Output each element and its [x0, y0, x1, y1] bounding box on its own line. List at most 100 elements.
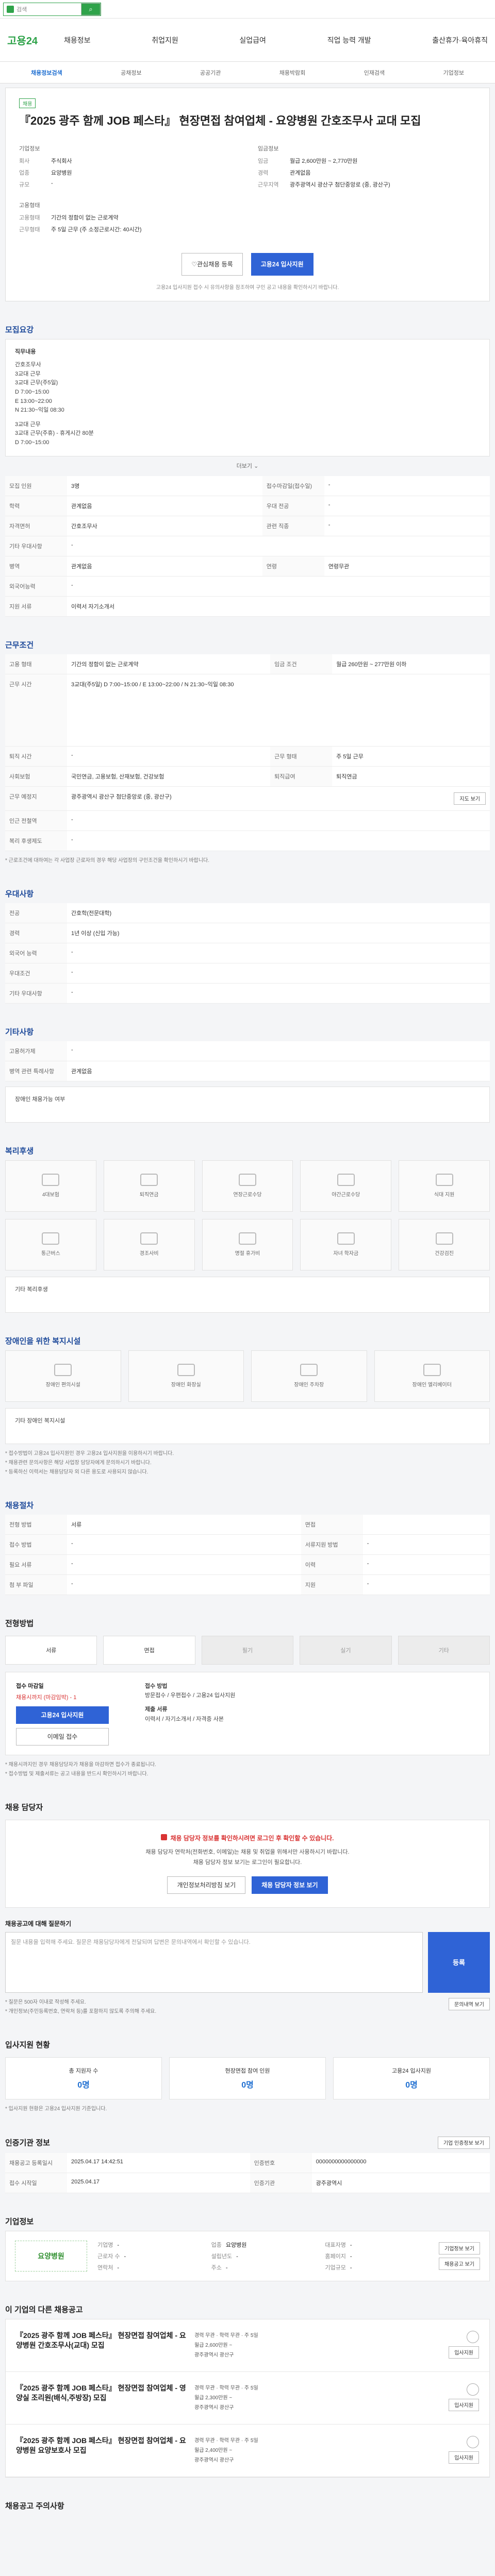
section-title-contact: 채용 담당자 [5, 1803, 43, 1812]
privacy-policy-button[interactable]: 개인정보처리방침 보기 [167, 1876, 246, 1894]
holiday-icon [238, 1232, 256, 1245]
qa-history-button[interactable]: 문의내역 보기 [449, 1997, 490, 2010]
more-button[interactable]: 더보기 ⌄ [5, 456, 490, 470]
welfare-item: 통근버스 [5, 1218, 96, 1270]
facility-item: 장애인 주차장 [251, 1350, 367, 1402]
table-row: 근무 예정지 광주광역시 광산구 첨단중앙로 (중, 광산구) 지도 보기 [5, 786, 490, 811]
search-input[interactable]: 검색 [16, 5, 81, 13]
table-row: 첨 부 파일 - 지원 - [5, 1574, 490, 1595]
preference-table: 전공 간호학(전문대학) 경력 1년 이상 (신입 가능) 외국어 능력 - 우대조건… [5, 903, 490, 1004]
section-title-stats: 입사지원 현황 [5, 2040, 50, 2049]
gift-icon [140, 1232, 158, 1245]
other-apply-button[interactable]: 입사지원 [449, 2346, 479, 2359]
table-row: 지원 서류 이력서 자기소개서 [5, 596, 490, 617]
snb-item-public[interactable]: 공채정보 [121, 69, 141, 77]
wage-section-label: 임금정보 [258, 145, 279, 152]
table-row: 퇴직 시간 - 근무 형태 주 5일 근무 [5, 746, 490, 767]
night-icon [337, 1174, 355, 1187]
apply-button-2[interactable]: 고용24 입사지원 [16, 1706, 109, 1724]
gnb-item-support[interactable]: 취업지원 [152, 35, 178, 45]
apply-notes: * 채용시까지인 경우 채용담당자가 채용을 마감하면 접수가 종료됩니다. *… [5, 1761, 156, 1777]
table-row: 외국어능력 - [5, 576, 490, 597]
bus-icon [42, 1232, 60, 1245]
table-row: 채용공고 등록일시 2025.04.17 14:42:51 인증번호 00000000… [5, 2153, 490, 2173]
job-header: 채용 『2025 광주 함께 JOB 페스타』 현장면접 참여업체 - 요양병원… [5, 88, 490, 301]
table-row: 병역 관계없음 연령 연령무관 [5, 556, 490, 577]
welfare-item: 퇴직연금 [103, 1160, 195, 1212]
job-description-box: 직무내용 간호조무사 3교대 근무 3교대 근무(주5일) D 7:00~15:… [5, 338, 490, 456]
company-info-button[interactable]: 기업정보 보기 [439, 2242, 480, 2255]
question-submit-button[interactable]: 등록 [428, 1931, 490, 1993]
site-logo[interactable]: 고용24 [7, 32, 64, 47]
section-title-footer: 채용공고 주의사항 [5, 2501, 64, 2511]
tab-written[interactable]: 필기 [201, 1635, 294, 1665]
map-button[interactable]: 지도 보기 [454, 792, 486, 805]
view-contact-button[interactable]: 채용 담당자 정보 보기 [252, 1876, 328, 1894]
stats-grid: 총 지원자 수 0명 현장면접 참여 인원 0명 고용24 입사지원 0명 [5, 2057, 490, 2099]
tab-document[interactable]: 서류 [5, 1635, 97, 1665]
question-textarea[interactable]: 질문 내용을 입력해 주세요. 질문은 채용담당자에게 전달되며 답변은 문의내… [5, 1931, 423, 1993]
snb-item-talent[interactable]: 인재검색 [364, 69, 385, 77]
tab-etc[interactable]: 기타 [398, 1635, 490, 1665]
search-icon[interactable]: ⌕ [81, 3, 101, 15]
snb-item-fair[interactable]: 채용박람회 [279, 69, 306, 77]
company-logo: 요양병원 [15, 2240, 87, 2272]
table-row: 접수 방법 - 서류지원 방법 - [5, 1534, 490, 1555]
table-row: 근무 시간 3교대(주5일) D 7:00~15:00 / E 13:00~22:… [5, 674, 490, 747]
etc-table: 고용허가제 - 병역 관련 특례사항 관계없음 [5, 1041, 490, 1081]
facility-item: 장애인 화장실 [128, 1350, 244, 1402]
other-jobs-list: 『2025 광주 함께 JOB 페스타』 현장면접 참여업체 - 요양병원 간호… [5, 2318, 490, 2478]
email-apply-button[interactable]: 이메일 접수 [16, 1727, 109, 1745]
company-jobs-button[interactable]: 채용공고 보기 [439, 2257, 480, 2270]
welfare-item: 연장근로수당 [202, 1160, 293, 1212]
gnb-item-leave[interactable]: 출산휴가·육아휴직 [432, 35, 488, 45]
other-apply-button[interactable]: 입사지원 [449, 2398, 479, 2411]
section-title-apply: 전형방법 [5, 1619, 34, 1628]
cond-section-label: 고용형태 [19, 202, 40, 209]
health-icon [435, 1232, 453, 1245]
recruit-table: 모집 인원 3명 접수마감일(접수일) - 학력 관계없음 우대 전공 - 자격면허 간호조무… [5, 476, 490, 617]
snb-item-search[interactable]: 채용정보검색 [31, 69, 62, 77]
save-job-button[interactable]: ♡ 관심채용 등록 [182, 252, 243, 276]
facility-item: 장애인 편의시설 [5, 1350, 121, 1402]
table-row: 복리 후생제도 - [5, 831, 490, 851]
table-row: 접수 시작일 2025.04.17 인증기관 광주광역시 [5, 2173, 490, 2193]
qa-title: 채용공고에 대해 질문하기 [5, 1920, 72, 1927]
deadline-text: 채용시까지 (마감임박) - 1 [16, 1694, 77, 1701]
work-table: 전형 방법 서류 면접 접수 방법 - 서류지원 방법 - 필요 서류 - 이력 - 첨 부 파… [5, 1514, 490, 1595]
snb-item-company[interactable]: 기업정보 [443, 69, 464, 77]
table-row: 기타 우대사항 - [5, 536, 490, 556]
apply-method-tabs: 서류 면접 필기 실기 기타 [5, 1635, 490, 1665]
search-bar[interactable]: 검색 ⌕ [3, 2, 101, 16]
tab-practical[interactable]: 실기 [300, 1635, 392, 1665]
bookmark-icon[interactable] [467, 2330, 479, 2343]
table-row: 필요 서류 - 이력 - [5, 1554, 490, 1575]
other-apply-button[interactable]: 입사지원 [449, 2451, 479, 2464]
section-title-others: 이 기업의 다른 채용공고 [5, 2305, 83, 2314]
list-item[interactable]: 『2025 광주 함께 JOB 페스타』 현장면접 참여업체 - 영양실 조리원… [6, 2371, 489, 2425]
contact-box: 채용 담당자 정보를 확인하시려면 로그인 후 확인할 수 있습니다. 채용 담… [5, 1819, 490, 1908]
table-row: 전형 방법 서류 면접 [5, 1514, 490, 1535]
cert-info-button[interactable]: 기업 인증정보 보기 [437, 2136, 490, 2149]
gnb-item-jobs[interactable]: 채용정보 [64, 35, 91, 45]
table-row: 학력 관계없음 우대 전공 - [5, 496, 490, 516]
table-row: 고용 형태 기간의 정함이 없는 근로계약 임금 조건 월급 260만원 ~ 277만… [5, 654, 490, 674]
apply-button[interactable]: 고용24 입사지원 [251, 252, 314, 276]
bookmark-icon[interactable] [467, 2435, 479, 2448]
gnb-item-benefits[interactable]: 실업급여 [239, 35, 266, 45]
snb-item-institution[interactable]: 공공기관 [200, 69, 221, 77]
apply-box: 접수 마감일 채용시까지 (마감임박) - 1 고용24 입사지원 이메일 접수… [5, 1671, 490, 1755]
page-title: 『2025 광주 함께 JOB 페스타』 현장면접 참여업체 - 요양병원 간호… [19, 114, 421, 127]
gnb-item-training[interactable]: 직업 능력 개발 [327, 35, 371, 45]
list-item[interactable]: 『2025 광주 함께 JOB 페스타』 현장면접 참여업체 - 요양병원 요양… [6, 2424, 489, 2477]
insurance-icon [42, 1174, 60, 1187]
company-box: 요양병원 기업명 - 업종 요양병원 대표자명 - 근로자 수- 설립년도 - 홈페이지… [5, 2230, 490, 2281]
tab-interview[interactable]: 면접 [103, 1635, 195, 1665]
bookmark-icon[interactable] [467, 2383, 479, 2396]
table-row: 자격면허 간호조무사 관련 직종 - [5, 516, 490, 536]
list-item[interactable]: 『2025 광주 함께 JOB 페스타』 현장면접 참여업체 - 요양병원 간호… [6, 2319, 489, 2372]
section-title-etc: 기타사항 [5, 1027, 34, 1037]
etc-extra-box: 장애인 채용가능 여부 [5, 1086, 490, 1123]
facility-item: 장애인 엘리베이터 [374, 1350, 490, 1402]
apply-notice: 고용24 입사지원 접수 시 유의사항을 참조하여 구인 공고 내용을 확인하시… [156, 284, 339, 291]
